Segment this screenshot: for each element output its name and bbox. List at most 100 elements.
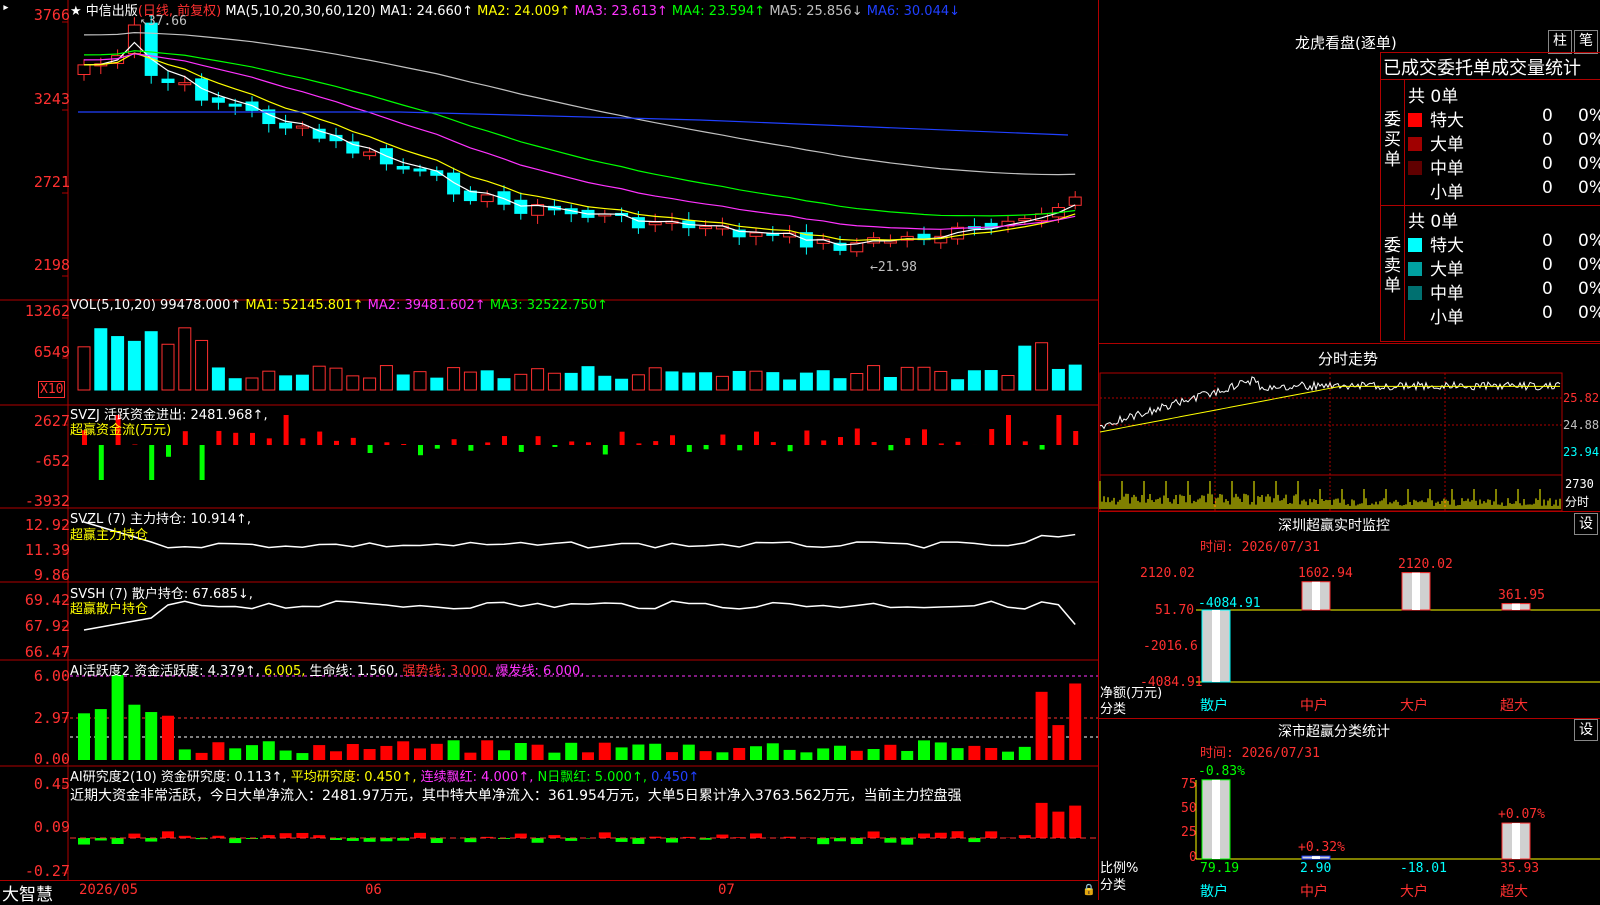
fundflow-bar [704, 445, 709, 449]
fundflow-bar [1006, 415, 1011, 445]
activity-bar [683, 745, 695, 760]
fundflow-bar [200, 445, 205, 480]
sz-monitor-axis-2: 51.70 [1155, 603, 1194, 618]
activity-bar [1036, 692, 1048, 760]
volume-bar [330, 368, 342, 390]
activity-bar [817, 748, 829, 760]
fundflow-bar [552, 445, 557, 447]
order-pct: 0% [1578, 255, 1600, 275]
szm-bar-highlight [1312, 582, 1320, 610]
vol-unit-badge: X10 [38, 381, 65, 398]
bar-mode-button[interactable]: 柱 [1548, 30, 1572, 54]
fundflow-bar [418, 445, 423, 455]
svzl-axis-3: 9.86 [34, 566, 70, 584]
menu-icon[interactable]: ▸ [2, 0, 10, 15]
ai1-axis-1: 6.00 [34, 667, 70, 685]
volume-bar [767, 373, 779, 390]
activity-bar [884, 745, 896, 760]
fundflow-bar [368, 445, 373, 453]
sz-monitor-settings-button[interactable]: 设 [1574, 513, 1598, 535]
stock-chart-canvas[interactable] [0, 0, 1600, 900]
fundflow-bar [401, 444, 406, 445]
lock-icon[interactable]: 🔒 [1082, 883, 1096, 896]
fundflow-bar [855, 429, 860, 445]
volume-bar [750, 371, 762, 390]
activity-bar [716, 752, 728, 760]
szs-bar-highlight [1312, 856, 1320, 859]
activity-bar [280, 751, 292, 760]
intraday-vol-axis: 2730 [1565, 477, 1594, 491]
order-pct: 0% [1578, 303, 1600, 323]
research-bar [1052, 812, 1064, 838]
fundflow-bar [872, 442, 877, 445]
volume-bar [632, 375, 644, 390]
activity-bar [985, 748, 997, 760]
fundflow-bar [788, 445, 793, 451]
activity-bar [1069, 683, 1081, 760]
activity-bar [532, 745, 544, 760]
volume-bar [280, 376, 292, 390]
volume-bar [313, 366, 325, 390]
vol-ma-value-1: MA1: 52145.801↑ [241, 298, 363, 313]
fundflow-bar [502, 436, 507, 445]
volume-bar [1019, 346, 1031, 390]
ma4-line [84, 51, 1075, 216]
activity-bar [448, 740, 460, 760]
order-row-大单: 大单 [1408, 255, 1464, 280]
candle-body [649, 222, 661, 225]
candle-body [498, 192, 510, 204]
fundflow-bar [149, 445, 154, 480]
tick-mode-button[interactable]: 笔 [1574, 30, 1598, 54]
szm-bar-highlight [1412, 573, 1420, 610]
ma-value-3: MA3: 23.613↑ [570, 4, 667, 19]
szs-change-散户: -0.83% [1198, 764, 1245, 779]
fundflow-bar [334, 441, 339, 445]
activity-bar [330, 751, 342, 760]
research-bar [296, 833, 308, 838]
fundflow-bar [233, 433, 238, 445]
volume-bar [1002, 376, 1014, 390]
volume-bar [565, 373, 577, 390]
volume-bar [397, 375, 409, 390]
volume-bar [935, 371, 947, 390]
activity-bar [968, 746, 980, 760]
volume-bar [179, 328, 191, 390]
volume-bar [834, 379, 846, 390]
candle-body [78, 65, 90, 75]
fundflow-bar [1056, 415, 1061, 445]
fundflow-bar [1040, 445, 1045, 450]
volume-bar [414, 372, 426, 390]
vol-label: VOL(5,10,20) [70, 298, 156, 313]
activity-bar [515, 743, 527, 760]
fundflow-bar [183, 431, 188, 445]
legend-swatch [1408, 262, 1422, 276]
legend-swatch [1408, 286, 1422, 300]
activity-bar [364, 749, 376, 760]
volume-bar [380, 366, 392, 390]
research-bar [464, 838, 476, 842]
volume-bar [716, 376, 728, 390]
fundflow-bar [888, 445, 893, 450]
szm-cat-中户: 中户 [1300, 695, 1328, 715]
vol-axis-label-2: 6549 [34, 343, 70, 361]
price-axis-label-4: 2198 [34, 256, 70, 274]
sz-stats-settings-button[interactable]: 设 [1574, 719, 1598, 741]
candle-body [162, 79, 174, 82]
activity-bar [397, 741, 409, 760]
szm-bar-highlight [1212, 610, 1220, 682]
fundflow-bar [536, 436, 541, 445]
order-pct: 0% [1578, 154, 1600, 174]
activity-bar [263, 741, 275, 760]
right-divider [1098, 0, 1099, 900]
volume-bar [481, 371, 493, 390]
svzl-sub: 超赢主力持仓 [70, 524, 148, 543]
volume-bar [800, 373, 812, 390]
svzj-axis-3: -3932 [25, 492, 70, 510]
activity-bar [616, 747, 628, 760]
activity-bar [700, 751, 712, 760]
volume-bar [532, 369, 544, 390]
activity-bar [733, 748, 745, 760]
fundflow-bar [351, 438, 356, 445]
szm-value-散户: -4084.91 [1198, 596, 1261, 611]
intraday-axis-1: 25.82 [1563, 391, 1599, 405]
